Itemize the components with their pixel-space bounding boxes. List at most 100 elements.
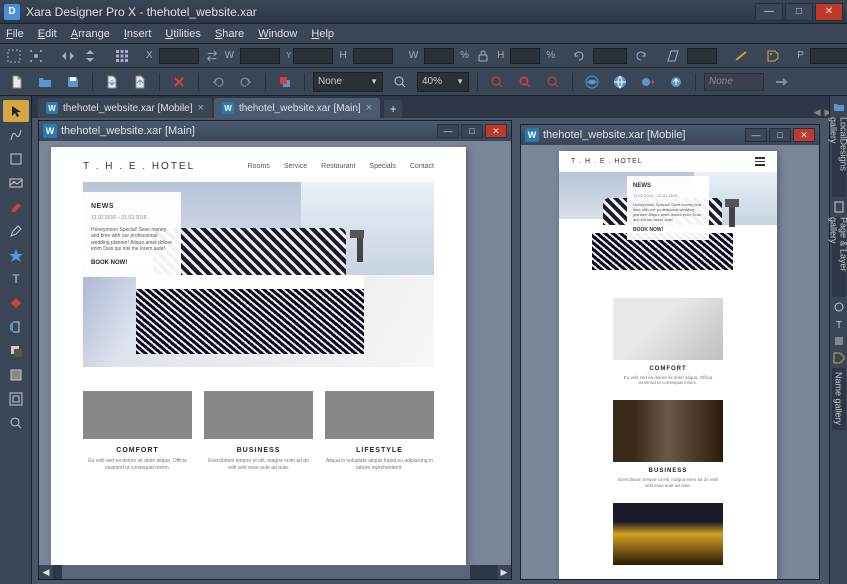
swap-xy-icon[interactable] xyxy=(205,46,219,66)
bevel-tool[interactable] xyxy=(3,364,29,386)
redo-icon[interactable] xyxy=(235,72,257,92)
gallery-page-icon[interactable] xyxy=(832,200,846,214)
zoom-dropdown[interactable]: 40%▼ xyxy=(417,72,469,92)
scroll-left-icon[interactable]: ◀ xyxy=(39,565,53,579)
close-tab-icon[interactable]: × xyxy=(366,102,372,114)
doc-close-button[interactable]: ✕ xyxy=(793,128,815,142)
gallery-tab-pagelayer[interactable]: Page & Layer gallery xyxy=(832,217,846,297)
window-close-button[interactable]: ✕ xyxy=(815,3,843,21)
transform-origin-icon[interactable] xyxy=(28,46,44,66)
colorpicker-icon[interactable] xyxy=(274,72,296,92)
lock-aspect-icon[interactable] xyxy=(475,46,491,66)
selection-bounds-icon[interactable] xyxy=(6,46,22,66)
zoom-drawing-icon[interactable] xyxy=(514,72,536,92)
rotate-field[interactable] xyxy=(593,48,627,64)
window-maximize-button[interactable]: □ xyxy=(785,3,813,21)
new-tab-button[interactable]: + xyxy=(384,100,402,118)
grid-3x3-icon[interactable] xyxy=(114,46,130,66)
preview-page-icon[interactable] xyxy=(581,72,603,92)
gallery-tag-icon[interactable] xyxy=(832,351,846,365)
tab-scroll-left-icon[interactable]: ◀ xyxy=(814,107,821,118)
menu-edit[interactable]: Edit xyxy=(38,28,57,40)
gallery-misc-icon-2[interactable] xyxy=(832,334,846,348)
page-main[interactable]: T . H . E . HOTEL Rooms Service Restaura… xyxy=(51,147,466,565)
shadow-tool[interactable] xyxy=(3,340,29,362)
y-field[interactable] xyxy=(293,48,333,64)
flip-vertical-icon[interactable] xyxy=(82,46,98,66)
document-titlebar[interactable]: W thehotel_website.xar [Main] — □ ✕ xyxy=(39,121,511,141)
menu-window[interactable]: Window xyxy=(258,28,297,40)
w-pct-field[interactable] xyxy=(424,48,454,64)
menu-utilities[interactable]: Utilities xyxy=(165,28,200,40)
publish-icon[interactable] xyxy=(665,72,687,92)
freehand-tool[interactable] xyxy=(3,124,29,146)
zoom-page-icon[interactable] xyxy=(542,72,564,92)
y-label: Y xyxy=(286,51,291,60)
doc-close-button[interactable]: ✕ xyxy=(485,124,507,138)
doc-maximize-button[interactable]: □ xyxy=(461,124,483,138)
close-tab-icon[interactable]: × xyxy=(198,102,204,114)
h-field[interactable] xyxy=(353,48,393,64)
eraser-tool[interactable] xyxy=(3,196,29,218)
fill-tool[interactable] xyxy=(3,292,29,314)
rotate-cw-icon[interactable] xyxy=(633,46,649,66)
horizontal-scrollbar[interactable]: ◀ ▶ xyxy=(39,565,511,579)
p-field[interactable] xyxy=(810,48,847,64)
save-document-icon[interactable] xyxy=(62,72,84,92)
doc-maximize-button[interactable]: □ xyxy=(769,128,791,142)
export-website-icon[interactable] xyxy=(637,72,659,92)
new-document-icon[interactable] xyxy=(6,72,28,92)
menu-arrange[interactable]: Arrange xyxy=(71,28,110,40)
menu-file[interactable]: File xyxy=(6,28,24,40)
contour-tool[interactable] xyxy=(3,388,29,410)
doc-minimize-button[interactable]: — xyxy=(437,124,459,138)
menu-share[interactable]: Share xyxy=(215,28,244,40)
skew-icon[interactable] xyxy=(665,46,681,66)
nav-service: Service xyxy=(284,163,307,170)
zoom-icon[interactable] xyxy=(389,72,411,92)
export-icon[interactable] xyxy=(129,72,151,92)
x-field[interactable] xyxy=(159,48,199,64)
pen-tool[interactable] xyxy=(3,220,29,242)
names-icon[interactable] xyxy=(765,46,781,66)
gallery-misc-icon-1[interactable] xyxy=(832,300,846,314)
preview-website-icon[interactable] xyxy=(609,72,631,92)
scroll-right-icon[interactable]: ▶ xyxy=(497,565,511,579)
skew-field[interactable] xyxy=(687,48,717,64)
import-icon[interactable] xyxy=(101,72,123,92)
apply-name-icon[interactable] xyxy=(770,72,792,92)
delete-icon[interactable] xyxy=(168,72,190,92)
doc-minimize-button[interactable]: — xyxy=(745,128,767,142)
gallery-tab-localdesigns[interactable]: LocalDesigns gallery xyxy=(832,117,846,197)
document-canvas[interactable]: T . H . E . HOTEL NEWS 12.02.2016 – 21.0… xyxy=(521,145,819,579)
document-titlebar[interactable]: W thehotel_website.xar [Mobile] — □ ✕ xyxy=(521,125,819,145)
h-pct-field[interactable] xyxy=(510,48,540,64)
document-tab-mobile[interactable]: W thehotel_website.xar [Mobile] × xyxy=(38,98,212,118)
zoom-tool[interactable] xyxy=(3,412,29,434)
w-field[interactable] xyxy=(240,48,280,64)
shape-tool[interactable] xyxy=(3,148,29,170)
page-mobile[interactable]: T . H . E . HOTEL NEWS 12.02.2016 – 21.0… xyxy=(559,151,777,579)
window-minimize-button[interactable]: — xyxy=(755,3,783,21)
zoom-previous-icon[interactable] xyxy=(486,72,508,92)
document-canvas[interactable]: T . H . E . HOTEL Rooms Service Restaura… xyxy=(39,141,511,565)
scale-lines-icon[interactable] xyxy=(733,46,749,66)
open-document-icon[interactable] xyxy=(34,72,56,92)
flip-horizontal-icon[interactable] xyxy=(60,46,76,66)
hero-section: NEWS 12.02.2016 – 21.02.2016 Honeymoon S… xyxy=(559,172,777,278)
quickshape-tool[interactable] xyxy=(3,244,29,266)
gallery-text-icon[interactable]: T xyxy=(832,317,846,331)
selector-tool[interactable] xyxy=(3,100,29,122)
names-field[interactable]: None xyxy=(704,73,764,91)
fill-dropdown[interactable]: None▼ xyxy=(313,72,383,92)
gallery-folder-icon[interactable] xyxy=(832,100,846,114)
gallery-tab-name[interactable]: Name gallery xyxy=(832,368,846,430)
undo-icon[interactable] xyxy=(207,72,229,92)
menu-help[interactable]: Help xyxy=(311,28,334,40)
text-tool[interactable]: T xyxy=(3,268,29,290)
rotate-ccw-icon[interactable] xyxy=(571,46,587,66)
document-tab-main[interactable]: W thehotel_website.xar [Main] × xyxy=(214,98,380,118)
transparency-tool[interactable] xyxy=(3,316,29,338)
photo-tool[interactable] xyxy=(3,172,29,194)
menu-insert[interactable]: Insert xyxy=(124,28,152,40)
